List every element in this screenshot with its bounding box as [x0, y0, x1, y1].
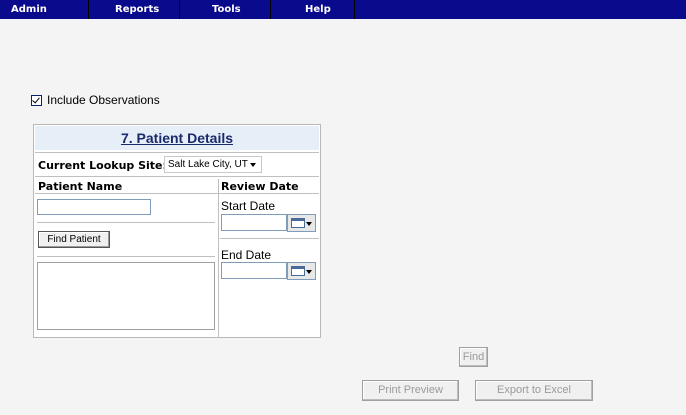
- include-observations-checkbox[interactable]: [31, 94, 42, 106]
- chevron-down-icon: [306, 270, 312, 274]
- divider: [35, 152, 319, 153]
- export-to-excel-button[interactable]: Export to Excel: [475, 380, 593, 401]
- menu-bar: Admin Reports Tools Help: [0, 0, 686, 19]
- column-divider: [218, 179, 219, 338]
- divider: [220, 238, 319, 239]
- end-date-input[interactable]: [221, 262, 287, 279]
- chevron-down-icon: [306, 222, 312, 226]
- menu-reports[interactable]: Reports: [89, 0, 180, 19]
- start-date-label: Start Date: [221, 199, 276, 213]
- divider: [37, 222, 215, 223]
- calendar-icon: [291, 266, 305, 276]
- end-date-calendar-button[interactable]: [287, 262, 316, 280]
- menu-help[interactable]: Help: [271, 0, 355, 19]
- divider: [35, 176, 319, 177]
- chevron-down-icon: [250, 163, 256, 167]
- patient-name-input[interactable]: [37, 199, 151, 215]
- lookup-site-label: Current Lookup Site:: [38, 159, 167, 172]
- divider: [37, 256, 215, 257]
- find-patient-label: Find Patient: [47, 234, 101, 245]
- menu-tools-label: Tools: [212, 4, 241, 15]
- menu-admin-label: Admin: [11, 4, 47, 15]
- find-patient-button[interactable]: Find Patient: [38, 231, 110, 248]
- find-button-label: Find: [462, 351, 485, 363]
- menu-reports-label: Reports: [115, 4, 160, 15]
- include-observations-option[interactable]: Include Observations: [31, 93, 160, 107]
- print-preview-label: Print Preview: [378, 384, 443, 396]
- print-preview-button[interactable]: Print Preview: [362, 380, 459, 401]
- end-date-label: End Date: [221, 248, 272, 262]
- patient-details-panel: 7. Patient Details Current Lookup Site: …: [33, 124, 321, 338]
- panel-header: 7. Patient Details: [35, 126, 319, 150]
- patient-results-list[interactable]: [37, 262, 215, 330]
- calendar-icon: [291, 218, 305, 228]
- divider: [35, 193, 319, 194]
- export-to-excel-label: Export to Excel: [497, 384, 571, 396]
- start-date-input[interactable]: [221, 214, 287, 231]
- lookup-site-value: Salt Lake City, UT: [168, 159, 248, 170]
- menu-help-label: Help: [305, 4, 331, 15]
- menu-tools[interactable]: Tools: [180, 0, 271, 19]
- start-date-calendar-button[interactable]: [287, 214, 316, 232]
- find-button[interactable]: Find: [459, 347, 488, 367]
- lookup-site-select[interactable]: Salt Lake City, UT: [164, 156, 262, 173]
- patient-name-header: Patient Name: [38, 180, 123, 193]
- review-date-header: Review Date: [221, 180, 299, 193]
- menu-admin[interactable]: Admin: [0, 0, 89, 19]
- include-observations-label: Include Observations: [47, 93, 160, 107]
- panel-title[interactable]: 7. Patient Details: [121, 130, 233, 146]
